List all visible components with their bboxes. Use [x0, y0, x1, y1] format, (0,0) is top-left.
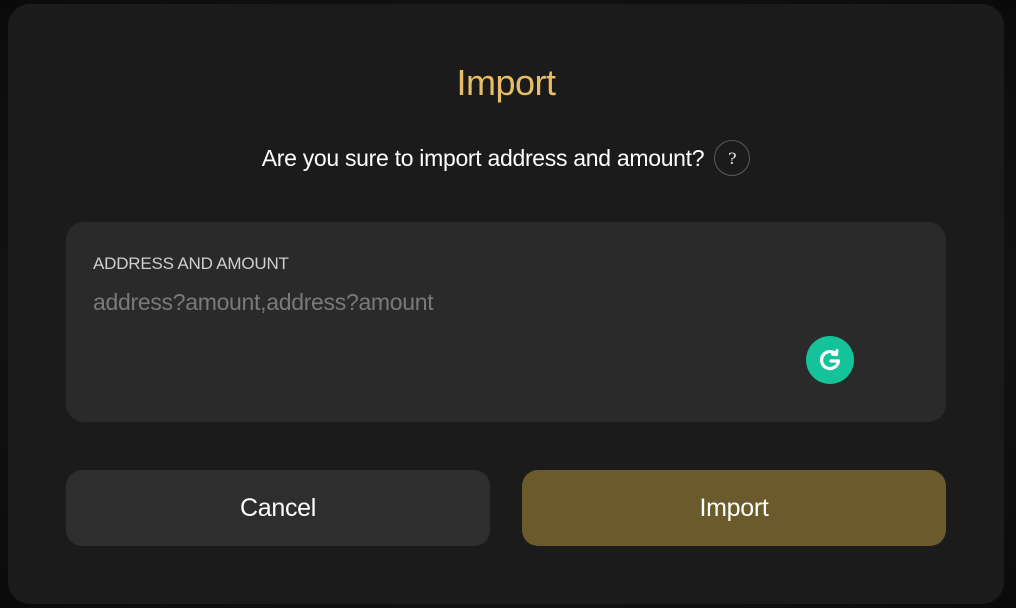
- import-button[interactable]: Import: [522, 470, 946, 546]
- address-amount-label: ADDRESS AND AMOUNT: [93, 254, 289, 273]
- import-dialog: Import Are you sure to import address an…: [8, 4, 1004, 604]
- dialog-subtitle-row: Are you sure to import address and amoun…: [8, 138, 1004, 178]
- import-button-label: Import: [699, 493, 769, 522]
- dialog-subtitle: Are you sure to import address and amoun…: [261, 144, 705, 171]
- grammarly-glyph: [819, 349, 841, 371]
- question-icon: ?: [727, 148, 737, 168]
- help-button[interactable]: ?: [714, 140, 751, 176]
- dialog-title: Import: [456, 62, 556, 103]
- address-amount-field[interactable]: ADDRESS AND AMOUNT: [66, 222, 946, 422]
- grammarly-icon[interactable]: [806, 336, 854, 384]
- cancel-button[interactable]: Cancel: [66, 470, 490, 546]
- address-amount-input[interactable]: [93, 282, 793, 322]
- cancel-button-label: Cancel: [239, 493, 317, 522]
